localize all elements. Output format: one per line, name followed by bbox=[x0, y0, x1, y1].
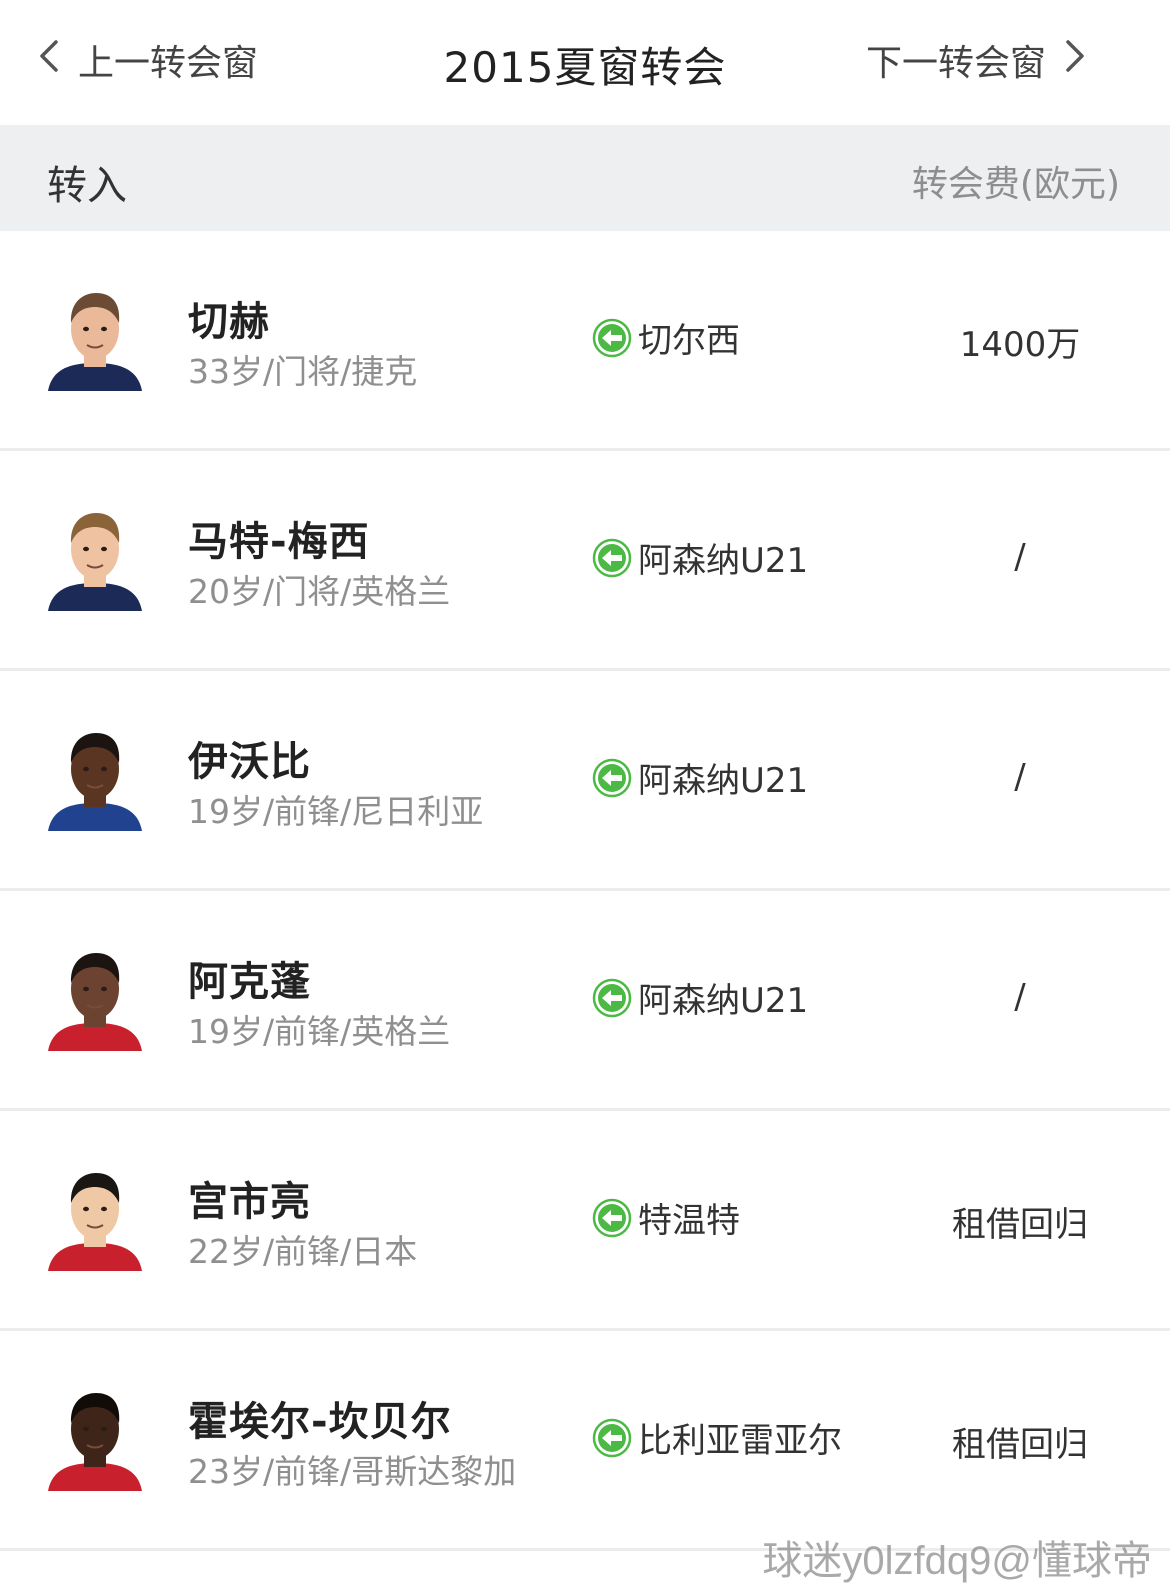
fee-column-header: 转会费(欧元) bbox=[911, 164, 1120, 205]
transfer-in-arrow-icon bbox=[592, 758, 632, 798]
player-meta: 19岁/前锋/尼日利亚 bbox=[188, 792, 484, 831]
player-row[interactable]: 马特-梅西 20岁/门将/英格兰 阿森纳U21 / bbox=[0, 451, 1170, 671]
player-list: 切赫 33岁/门将/捷克 切尔西 1400万 马特-梅西 20岁/门将/英格兰 … bbox=[0, 231, 1170, 1551]
player-avatar bbox=[40, 1381, 150, 1491]
watermark: 球迷y0lzfdq9@懂球帝 bbox=[762, 1539, 1152, 1583]
player-meta: 33岁/门将/捷克 bbox=[188, 352, 418, 391]
player-name[interactable]: 阿克蓬 bbox=[188, 949, 311, 1007]
from-club-name: 切尔西 bbox=[638, 321, 740, 361]
player-row[interactable]: 切赫 33岁/门将/捷克 切尔西 1400万 bbox=[0, 231, 1170, 451]
player-meta: 20岁/门将/英格兰 bbox=[188, 572, 451, 611]
transfer-fee: 租借回归 bbox=[952, 1205, 1088, 1245]
top-navigation-bar: 上一转会窗 2015夏窗转会 下一转会窗 bbox=[0, 0, 1170, 125]
player-name[interactable]: 切赫 bbox=[188, 289, 270, 347]
from-club-name: 特温特 bbox=[638, 1201, 740, 1241]
player-name[interactable]: 马特-梅西 bbox=[188, 509, 370, 567]
transfer-in-arrow-icon bbox=[592, 978, 632, 1018]
transfer-in-arrow-icon bbox=[592, 538, 632, 578]
transfer-in-header: 转入 转会费(欧元) bbox=[0, 125, 1170, 231]
section-title: 转入 bbox=[47, 163, 127, 209]
player-row[interactable]: 宫市亮 22岁/前锋/日本 特温特 租借回归 bbox=[0, 1111, 1170, 1331]
player-row[interactable]: 阿克蓬 19岁/前锋/英格兰 阿森纳U21 / bbox=[0, 891, 1170, 1111]
transfer-fee: / bbox=[1014, 537, 1026, 577]
from-club-name: 阿森纳U21 bbox=[638, 981, 809, 1021]
player-avatar bbox=[40, 721, 150, 831]
from-club-name: 阿森纳U21 bbox=[638, 761, 809, 801]
transfer-fee: / bbox=[1014, 757, 1026, 797]
player-row[interactable]: 霍埃尔-坎贝尔 23岁/前锋/哥斯达黎加 比利亚雷亚尔 租借回归 bbox=[0, 1331, 1170, 1551]
player-avatar bbox=[40, 501, 150, 611]
from-club: 切尔西 bbox=[592, 313, 740, 362]
from-club: 阿森纳U21 bbox=[592, 753, 808, 802]
from-club: 阿森纳U21 bbox=[592, 973, 808, 1022]
transfer-fee: 1400万 bbox=[959, 325, 1081, 365]
next-window-label: 下一转会窗 bbox=[865, 43, 1046, 84]
from-club-name: 阿森纳U21 bbox=[638, 541, 809, 581]
from-club-name: 比利亚雷亚尔 bbox=[638, 1421, 842, 1461]
from-club: 特温特 bbox=[592, 1193, 740, 1242]
transfer-in-arrow-icon bbox=[592, 1198, 632, 1238]
from-club: 比利亚雷亚尔 bbox=[592, 1413, 842, 1462]
player-meta: 19岁/前锋/英格兰 bbox=[188, 1012, 451, 1051]
player-name[interactable]: 霍埃尔-坎贝尔 bbox=[188, 1389, 452, 1447]
player-avatar bbox=[40, 1161, 150, 1271]
player-meta: 22岁/前锋/日本 bbox=[188, 1232, 418, 1271]
transfer-in-arrow-icon bbox=[592, 318, 632, 358]
player-row[interactable]: 伊沃比 19岁/前锋/尼日利亚 阿森纳U21 / bbox=[0, 671, 1170, 891]
player-meta: 23岁/前锋/哥斯达黎加 bbox=[188, 1452, 517, 1491]
chevron-right-icon bbox=[1062, 36, 1088, 85]
from-club: 阿森纳U21 bbox=[592, 533, 808, 582]
player-avatar bbox=[40, 281, 150, 391]
transfer-fee: / bbox=[1014, 977, 1026, 1017]
player-avatar bbox=[40, 941, 150, 1051]
transfer-fee: 租借回归 bbox=[952, 1425, 1088, 1465]
next-window-button[interactable]: 下一转会窗 bbox=[866, 34, 1088, 86]
player-name[interactable]: 伊沃比 bbox=[188, 729, 311, 787]
transfer-in-arrow-icon bbox=[592, 1418, 632, 1458]
player-name[interactable]: 宫市亮 bbox=[188, 1169, 311, 1227]
